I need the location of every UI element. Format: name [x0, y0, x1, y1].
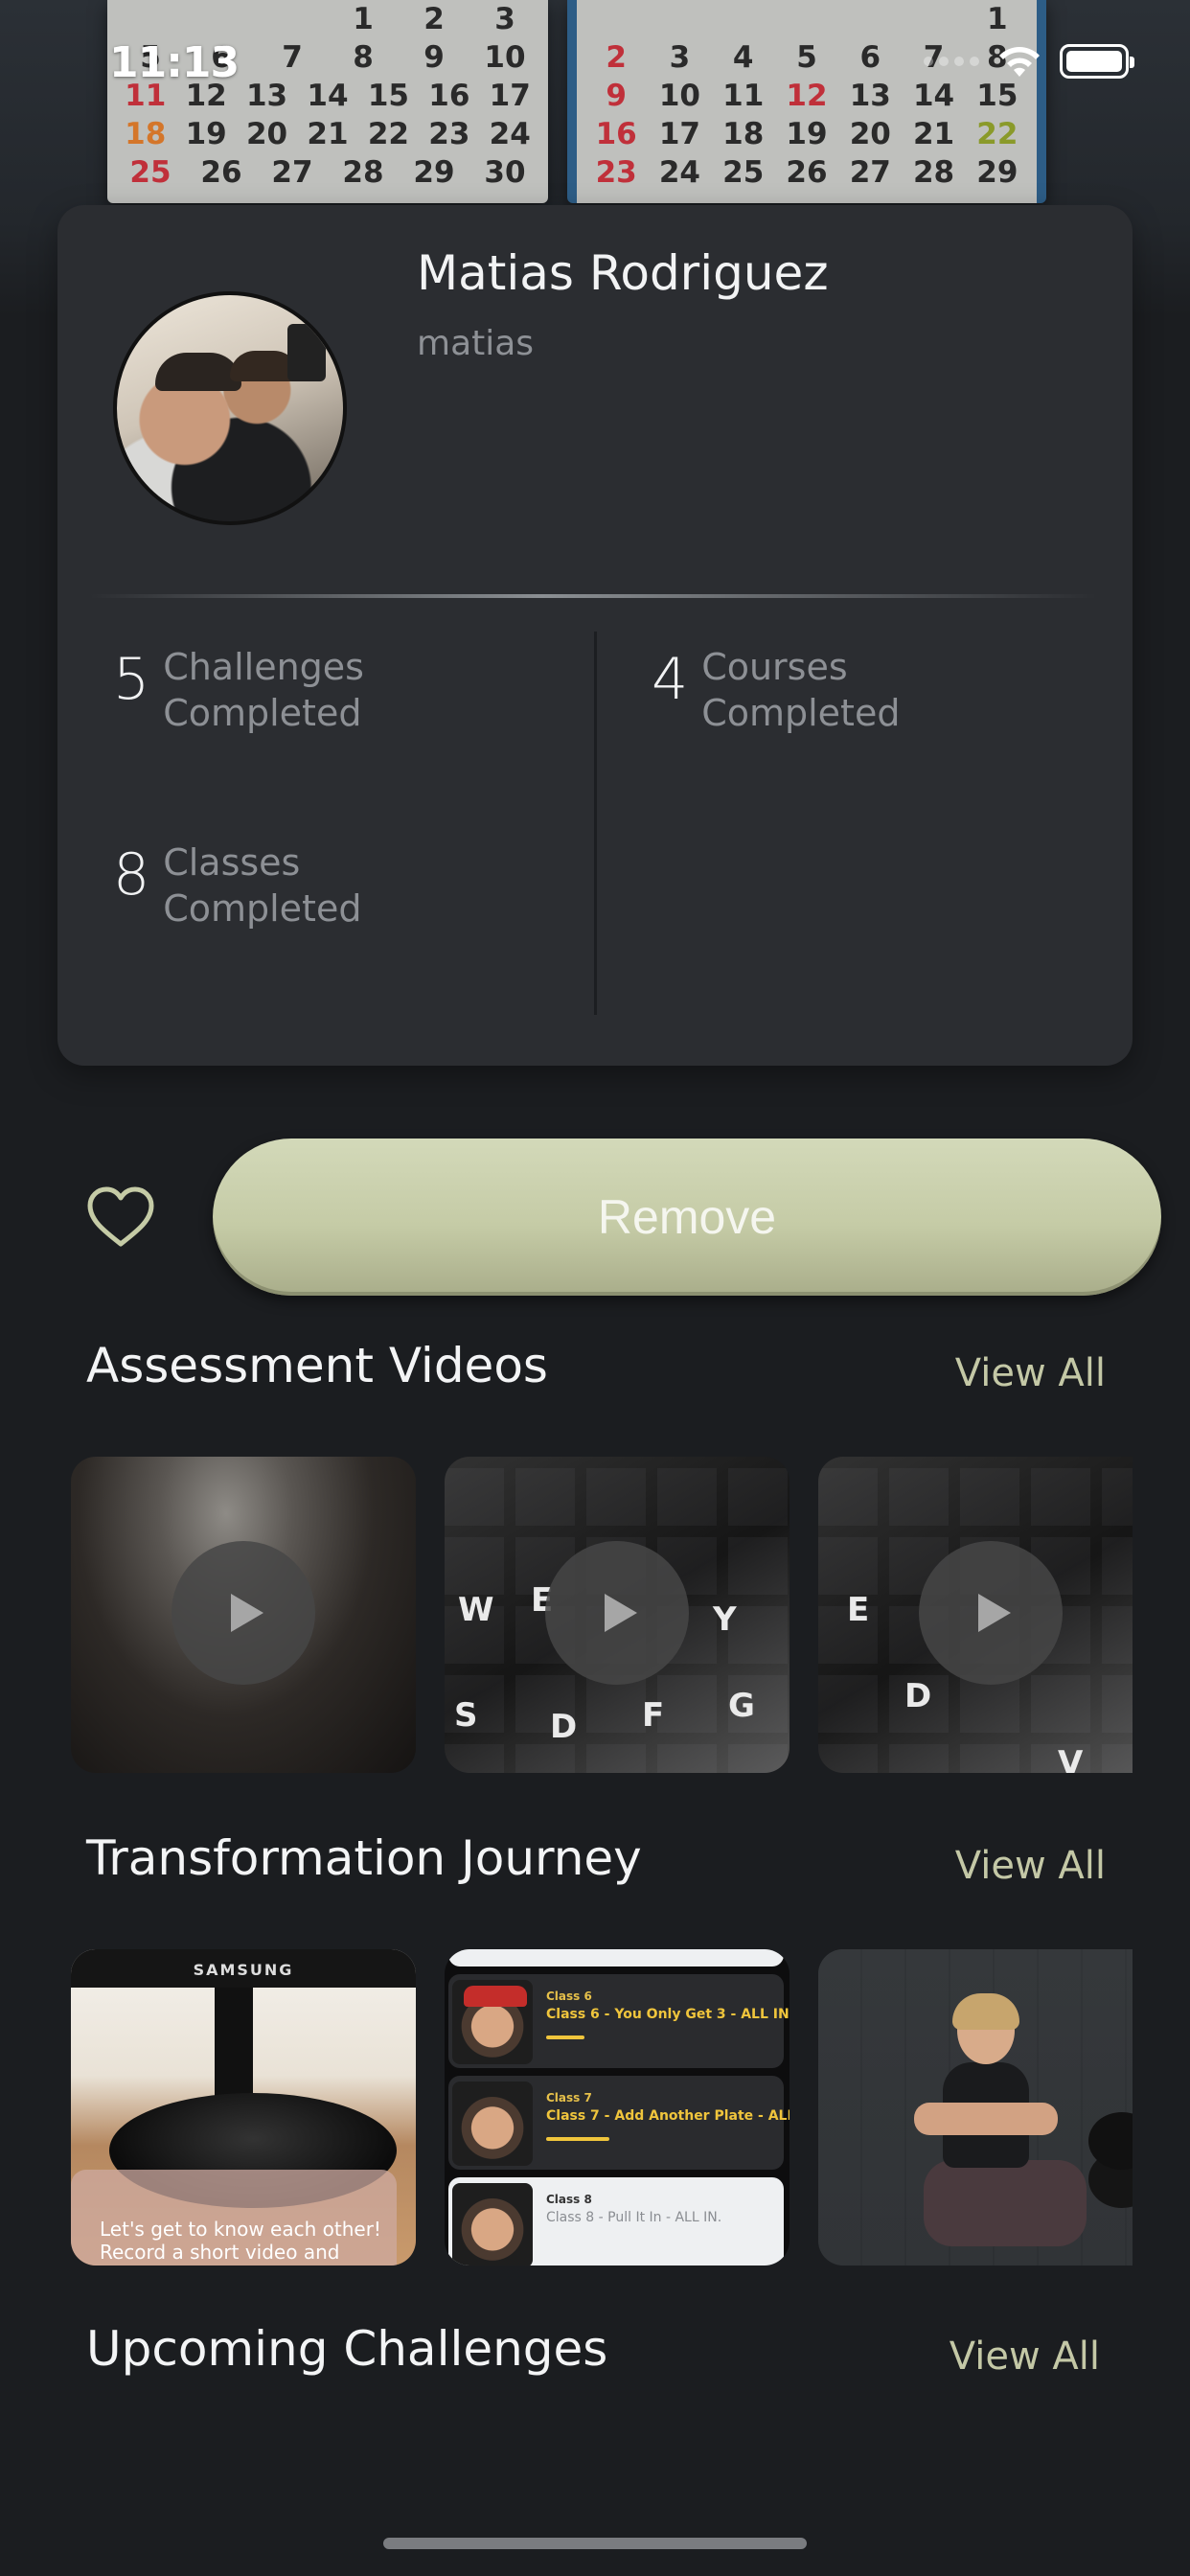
transformation-thumbnail[interactable]: [818, 1949, 1133, 2266]
assessment-view-all-link[interactable]: View All: [955, 1351, 1106, 1395]
stat-courses: 4 Courses Completed: [652, 644, 941, 736]
stat-classes: 8 Classes Completed: [113, 840, 402, 932]
class-title: Class 8 - Pull It In - ALL IN.: [546, 2210, 722, 2225]
calendar-row: 25 26 27 28 29 30: [115, 153, 540, 192]
calendar-day: 30: [484, 155, 526, 190]
transformation-thumbnail[interactable]: Class 6 Class 6 - You Only Get 3 - ALL I…: [445, 1949, 790, 2266]
class-number: Class 8: [546, 2193, 592, 2206]
assessment-video-thumbnail[interactable]: E D V: [818, 1457, 1133, 1773]
status-time: 11:13: [109, 38, 240, 87]
wifi-icon: [999, 47, 1040, 77]
assessment-video-thumbnail[interactable]: W E Y S D F G: [445, 1457, 790, 1773]
transformation-journey-carousel[interactable]: SAMSUNG Let's get to know each other! Re…: [71, 1949, 1133, 2266]
profile-name: Matias Rodriguez: [417, 245, 829, 301]
stat-label: Challenges Completed: [163, 646, 364, 734]
class-title: Class 7 - Add Another Plate - ALL IN: [546, 2108, 790, 2124]
transformation-journey-title: Transformation Journey: [86, 1830, 642, 1886]
play-icon[interactable]: [545, 1541, 689, 1685]
home-indicator[interactable]: [383, 2538, 807, 2549]
stat-value: 8: [113, 841, 150, 908]
play-icon[interactable]: [919, 1541, 1063, 1685]
assessment-videos-title: Assessment Videos: [86, 1338, 548, 1393]
calendar-day: 27: [271, 155, 313, 190]
class-number: Class 6: [546, 1990, 592, 2003]
calendar-day: 25: [722, 155, 765, 190]
class-list-item: Class 6 Class 6 - You Only Get 3 - ALL I…: [448, 1974, 790, 2068]
battery-icon: [1060, 44, 1134, 79]
stat-value: 5: [113, 646, 150, 713]
class-list-item: Class 7 Class 7 - Add Another Plate - AL…: [448, 2076, 790, 2170]
transformation-thumbnail[interactable]: SAMSUNG Let's get to know each other! Re…: [71, 1949, 416, 2266]
calendar-day: 26: [200, 155, 242, 190]
card-divider: [90, 594, 1096, 598]
assessment-videos-carousel[interactable]: W E Y S D F G E D V: [71, 1457, 1133, 1773]
class-title: Class 6 - You Only Get 3 - ALL IN: [546, 2007, 790, 2022]
challenges-view-all-link[interactable]: View All: [950, 2334, 1100, 2379]
calendar-day: 24: [658, 155, 700, 190]
calendar-day: 28: [912, 155, 955, 190]
calendar-day: 28: [342, 155, 384, 190]
calendar-row: 23 24 25 26 27 28 29: [584, 153, 1029, 192]
calendar-day: 29: [413, 155, 455, 190]
profile-username: matias: [417, 324, 535, 363]
heart-icon[interactable]: [84, 1184, 157, 1250]
play-icon[interactable]: [172, 1541, 315, 1685]
calendar-day: 26: [786, 155, 828, 190]
calendar-day: 25: [129, 155, 172, 190]
calendar-day: 23: [595, 155, 637, 190]
stats-divider: [594, 632, 597, 1015]
remove-button[interactable]: Remove: [213, 1138, 1161, 1296]
stat-value: 4: [652, 646, 689, 713]
stat-label: Classes Completed: [163, 841, 362, 930]
monitor-brand-text: SAMSUNG: [193, 1961, 294, 1979]
stat-challenges: 5 Challenges Completed: [113, 644, 402, 736]
stat-label: Courses Completed: [701, 646, 901, 734]
class-number: Class 7: [546, 2091, 592, 2104]
class-list-item: Class 8 Class 8 - Pull It In - ALL IN.: [448, 2177, 784, 2266]
upcoming-challenges-title: Upcoming Challenges: [86, 2321, 608, 2377]
cellular-signal-icon: [924, 57, 979, 66]
avatar[interactable]: [113, 291, 347, 525]
thumbnail-caption: Let's get to know each other! Record a s…: [100, 2218, 381, 2264]
status-icons: [924, 44, 1134, 79]
assessment-video-thumbnail[interactable]: [71, 1457, 416, 1773]
calendar-day: 29: [976, 155, 1018, 190]
profile-card: Matias Rodriguez matias 5 Challenges Com…: [57, 205, 1133, 1066]
calendar-day: 27: [849, 155, 891, 190]
transformation-view-all-link[interactable]: View All: [955, 1844, 1106, 1888]
status-bar: 11:13: [0, 0, 1190, 126]
